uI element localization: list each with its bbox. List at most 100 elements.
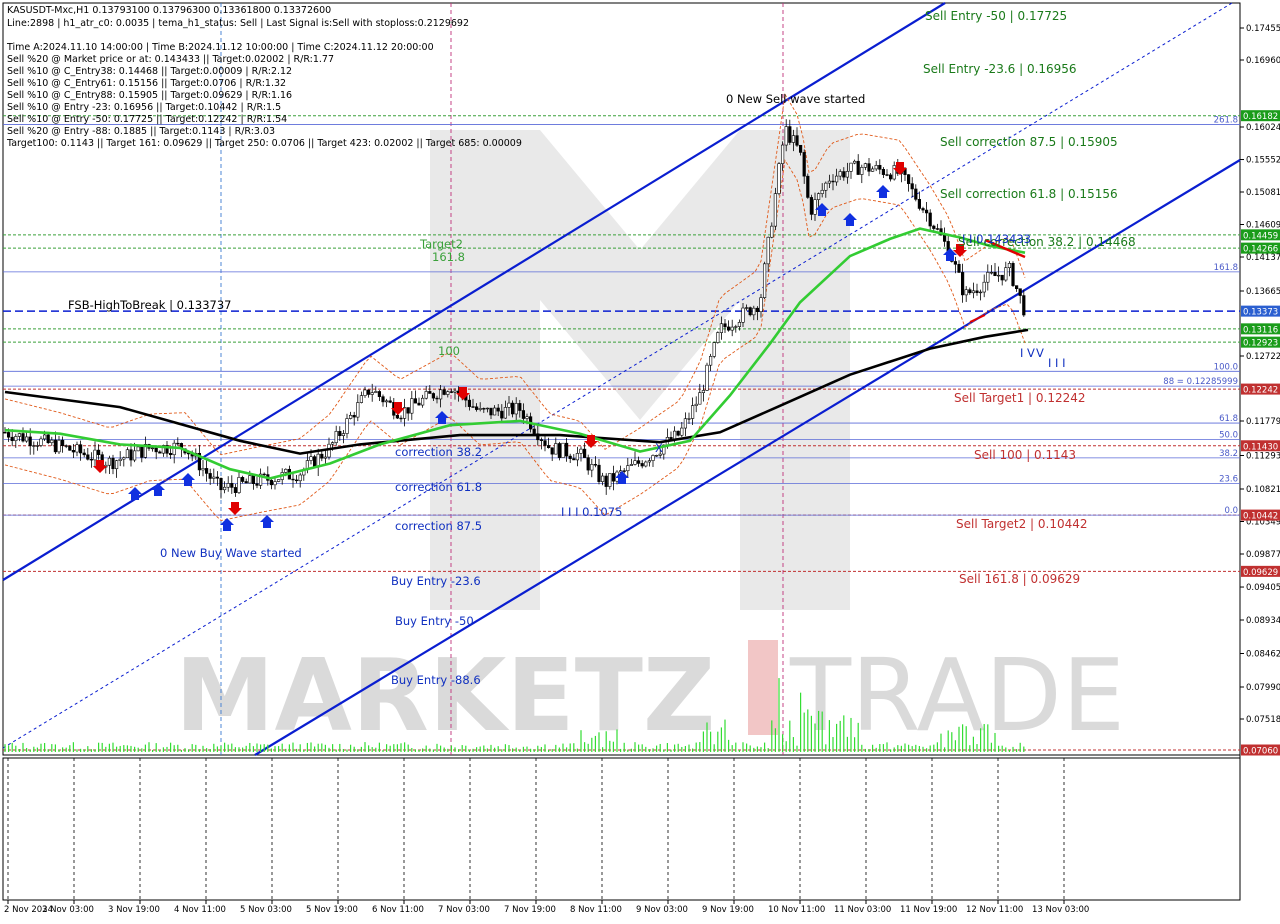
volume-bar <box>357 749 359 752</box>
volume-bar <box>353 746 355 752</box>
volume-bar <box>242 747 244 752</box>
volume-bar <box>728 739 730 752</box>
y-tick-label: 0.15552 <box>1246 156 1280 166</box>
candle-body <box>442 389 446 395</box>
candle-body <box>410 398 414 414</box>
y-tick-label: 0.07518 <box>1246 715 1280 725</box>
volume-bar <box>191 744 193 752</box>
volume-bar <box>296 748 298 752</box>
candle-body <box>1014 285 1019 289</box>
volume-bar <box>620 748 622 752</box>
candle-body <box>10 436 14 442</box>
candle-body <box>269 480 274 486</box>
volume-bar <box>814 723 816 752</box>
candle-body <box>93 449 97 461</box>
candle-body <box>215 476 220 479</box>
candle-body <box>298 474 302 482</box>
candle-body <box>262 473 266 476</box>
candle-body <box>518 403 522 411</box>
candle-body <box>115 460 119 470</box>
candle-body <box>500 410 504 419</box>
candle-body <box>395 414 400 419</box>
candle-body <box>968 289 972 294</box>
candle-body <box>525 416 529 419</box>
volume-bar <box>602 747 604 752</box>
y-tick-label: 0.09877 <box>1246 550 1280 560</box>
candle-body <box>46 434 50 444</box>
candle-body <box>557 443 561 458</box>
candle-body <box>701 390 705 393</box>
info-line: Line:2898 | h1_atr_c0: 0.0035 | tema_h1_… <box>7 18 469 29</box>
candle-body <box>86 454 90 460</box>
candle-body <box>687 418 691 420</box>
volume-bar <box>310 742 312 752</box>
candle-body <box>417 402 421 406</box>
volume-bar <box>807 709 809 752</box>
volume-bar <box>648 749 650 752</box>
volume-bar <box>825 744 827 752</box>
candle-body <box>435 397 439 400</box>
volume-bar <box>36 747 38 752</box>
candle-body <box>348 414 353 419</box>
candle-body <box>554 443 558 455</box>
candle-body <box>712 342 716 357</box>
volume-bar <box>69 745 71 752</box>
volume-bar <box>162 747 164 752</box>
volume-bar <box>47 749 49 752</box>
candle-body <box>996 274 1001 277</box>
volume-bar <box>429 748 431 752</box>
wave-iv-label: I V <box>1020 346 1035 360</box>
volume-bar <box>695 742 697 752</box>
volume-bar <box>774 728 776 752</box>
candle-body <box>122 457 126 460</box>
candle-body <box>370 392 374 395</box>
volume-bar <box>789 720 791 752</box>
level-label: Sell Entry -50 | 0.17725 <box>925 9 1067 23</box>
volume-bar <box>670 749 672 752</box>
volume-bar <box>108 743 110 752</box>
candle-body <box>496 407 500 412</box>
volume-bar <box>195 744 197 752</box>
volume-bar <box>98 742 100 752</box>
info-line: Sell %20 @ Entry -88: 0.1885 || Target:0… <box>7 126 275 137</box>
volume-bar <box>479 746 481 752</box>
chart-root: MARKETZ TRADE 261.8 161.8 100.0 88 = 0.1228… <box>0 0 1280 920</box>
candle-body <box>510 402 515 415</box>
candle-body <box>924 209 929 214</box>
candle-body <box>330 442 335 445</box>
candle-body <box>564 442 569 457</box>
x-tick-label: 9 Nov 03:00 <box>636 905 688 915</box>
volume-bar <box>1012 746 1014 752</box>
volume-bar <box>317 743 319 752</box>
volume-bar <box>713 744 715 752</box>
candle-body <box>852 160 857 164</box>
volume-bar <box>857 722 859 752</box>
volume-bar <box>922 746 924 752</box>
volume-bar <box>724 719 726 752</box>
volume-bar <box>396 744 398 752</box>
candle-body <box>467 399 472 407</box>
volume-bar <box>414 749 416 752</box>
volume-bar <box>314 746 316 752</box>
volume-bar <box>612 741 614 752</box>
candle-body <box>550 447 554 455</box>
volume-bar <box>868 749 870 752</box>
volume-bar <box>256 743 258 752</box>
target2-value: 161.8 <box>432 250 465 264</box>
candle-body <box>377 391 382 397</box>
volume-bar <box>350 744 352 752</box>
volume-bar <box>915 744 917 752</box>
candle-body <box>953 261 957 265</box>
y-tick-label: 0.08934 <box>1246 616 1280 626</box>
volume-bar <box>864 748 866 752</box>
candle-body <box>338 431 342 436</box>
volume-bar <box>123 745 125 752</box>
volume-bar <box>270 748 272 752</box>
candle-body <box>492 407 497 416</box>
volume-bar <box>908 744 910 752</box>
candle-body <box>568 455 572 459</box>
volume-bar <box>393 744 395 752</box>
volume-bar <box>800 692 802 752</box>
candle-body <box>780 144 785 164</box>
candle-body <box>21 433 25 442</box>
